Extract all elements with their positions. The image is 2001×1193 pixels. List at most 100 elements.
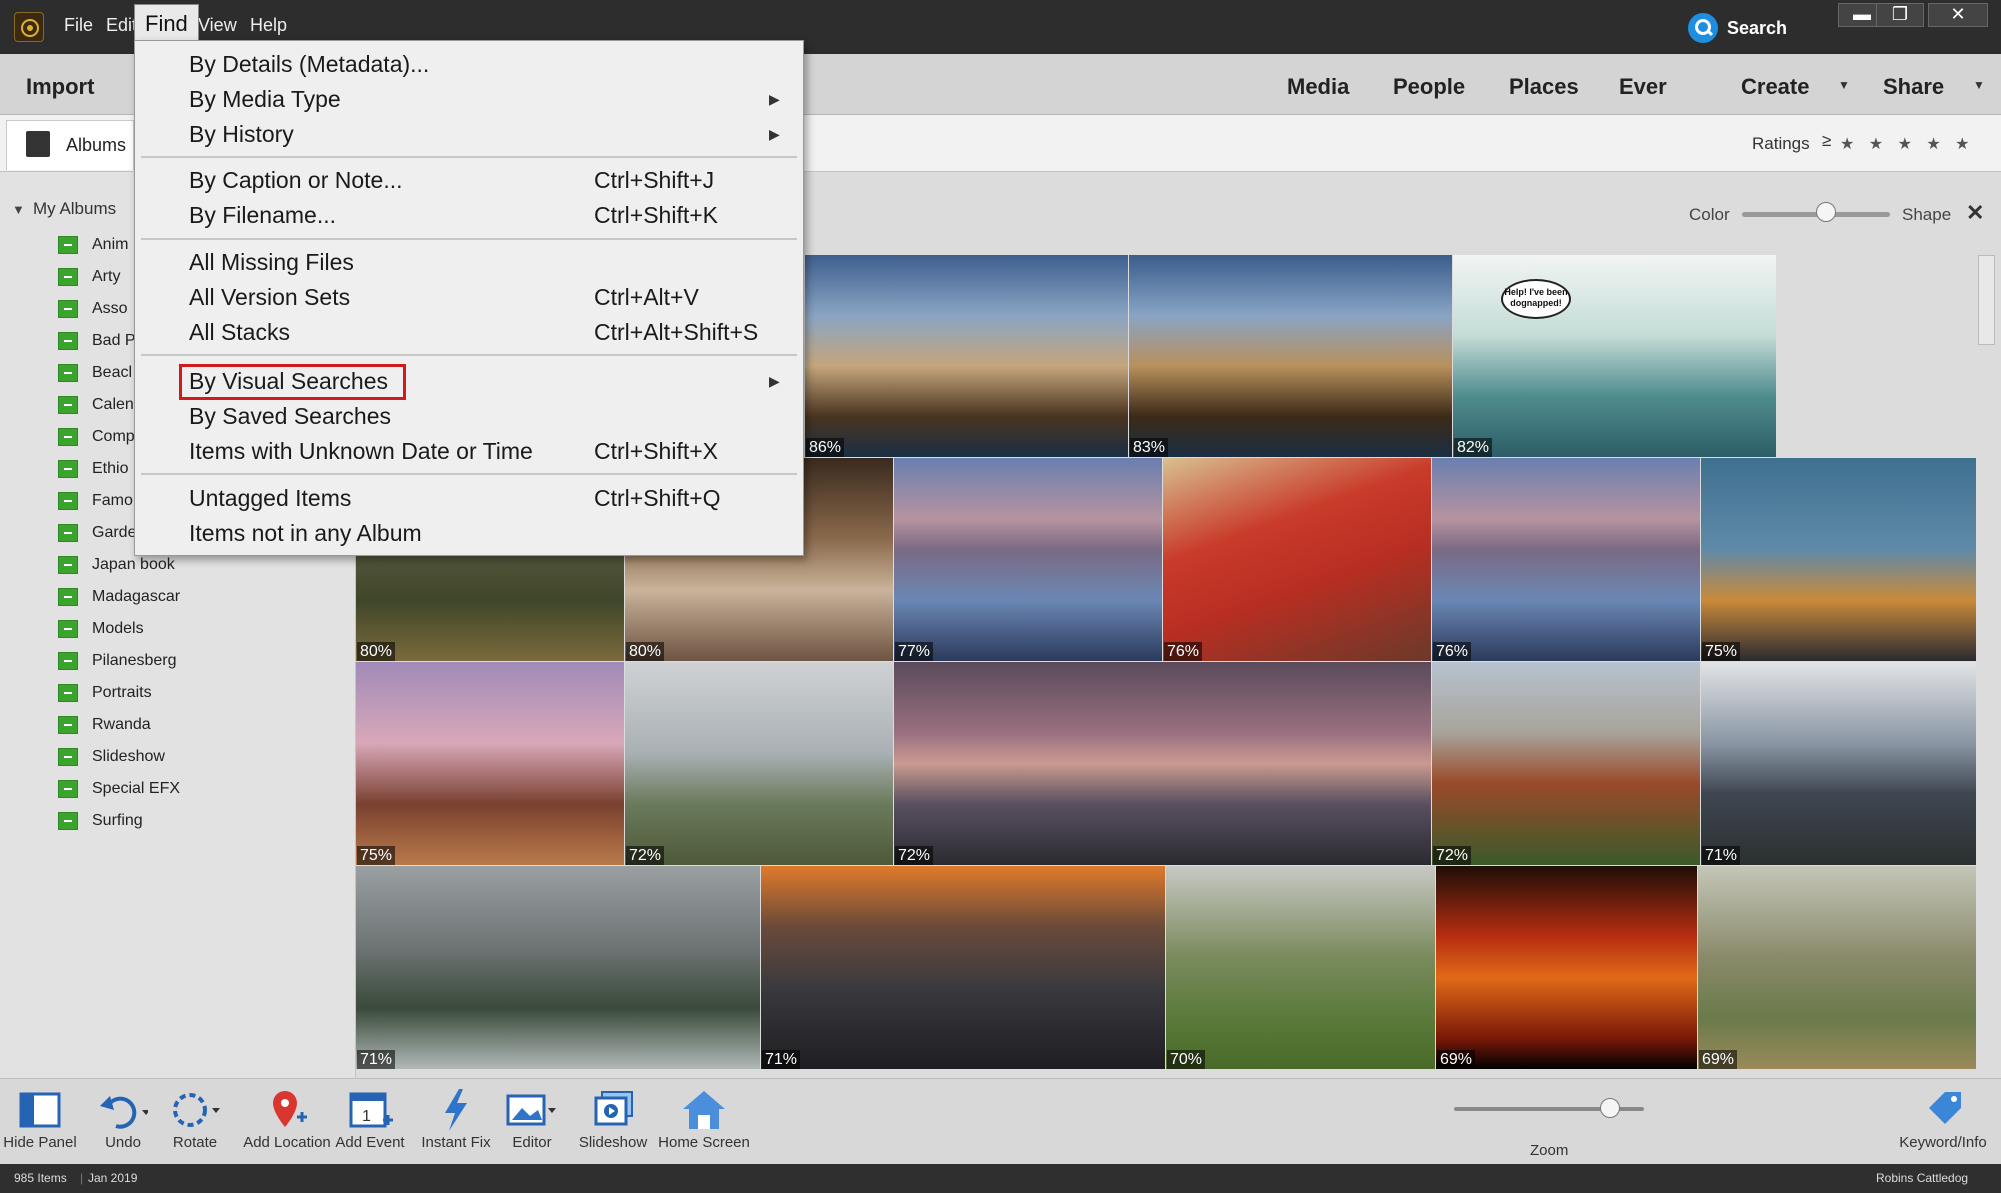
scrollbar[interactable] bbox=[1978, 255, 1995, 345]
album-item[interactable]: Arty bbox=[58, 264, 120, 290]
editor-label: Editor bbox=[512, 1134, 552, 1151]
tab-media[interactable]: Media bbox=[1287, 74, 1349, 100]
similarity-percent: 82% bbox=[1454, 438, 1493, 457]
menu-separator bbox=[141, 473, 797, 475]
album-item[interactable]: Comp bbox=[58, 424, 135, 450]
zoom-handle[interactable] bbox=[1599, 1098, 1620, 1118]
photo-thumbnail[interactable]: 69% bbox=[1698, 866, 1976, 1069]
album-item[interactable]: Anim bbox=[58, 232, 128, 258]
album-item[interactable]: Portraits bbox=[58, 680, 152, 706]
slideshow-button[interactable]: Slideshow bbox=[576, 1086, 650, 1158]
album-item[interactable]: Bad P bbox=[58, 328, 136, 354]
album-item[interactable]: Special EFX bbox=[58, 776, 180, 802]
find-version-sets[interactable]: All Version Sets bbox=[189, 280, 350, 314]
photo-thumbnail[interactable]: 76% bbox=[1163, 458, 1431, 661]
find-saved-searches[interactable]: By Saved Searches bbox=[189, 399, 391, 433]
album-item[interactable]: Pilanesberg bbox=[58, 648, 177, 674]
album-icon bbox=[58, 812, 78, 830]
photo-thumbnail[interactable]: 72% bbox=[625, 662, 893, 865]
shape-label: Shape bbox=[1902, 205, 1952, 224]
photo-thumbnail[interactable]: 71% bbox=[761, 866, 1165, 1069]
calendar-icon: 1 bbox=[334, 1086, 406, 1134]
svg-text:1: 1 bbox=[362, 1108, 371, 1125]
add-location-label: Add Location bbox=[243, 1134, 331, 1151]
menu-find[interactable]: Find bbox=[134, 4, 199, 44]
share-dropdown-icon[interactable]: ▼ bbox=[1973, 78, 1985, 92]
find-by-history[interactable]: By History bbox=[189, 117, 294, 151]
album-item[interactable]: Slideshow bbox=[58, 744, 165, 770]
photo-thumbnail[interactable]: 86% bbox=[805, 255, 1128, 457]
add-event-button[interactable]: 1 Add Event bbox=[334, 1086, 406, 1158]
album-item[interactable]: Beacl bbox=[58, 360, 132, 386]
cartoon-speech-bubble: Help! I've been dognapped! bbox=[1501, 279, 1571, 319]
my-albums-heading[interactable]: My Albums bbox=[33, 199, 116, 219]
rotate-button[interactable]: Rotate bbox=[160, 1086, 230, 1158]
similarity-percent: 72% bbox=[1433, 846, 1472, 865]
photo-thumbnail[interactable]: 69% bbox=[1436, 866, 1697, 1069]
album-item[interactable]: Madagascar bbox=[58, 584, 180, 610]
find-stacks[interactable]: All Stacks bbox=[189, 315, 290, 349]
search-button[interactable]: Search bbox=[1688, 13, 1787, 43]
hide-panel-button[interactable]: Hide Panel bbox=[2, 1086, 78, 1158]
find-unknown-date[interactable]: Items with Unknown Date or Time bbox=[189, 434, 533, 468]
menu-help[interactable]: Help bbox=[250, 12, 287, 38]
album-item[interactable]: Rwanda bbox=[58, 712, 151, 738]
undo-button[interactable]: Undo bbox=[88, 1086, 158, 1158]
album-item[interactable]: Models bbox=[58, 616, 144, 642]
find-by-filename[interactable]: By Filename... bbox=[189, 198, 336, 232]
find-by-media-type[interactable]: By Media Type bbox=[189, 82, 341, 116]
import-button[interactable]: Import bbox=[26, 74, 94, 100]
photo-thumbnail[interactable]: 71% bbox=[1701, 662, 1976, 865]
find-not-in-album[interactable]: Items not in any Album bbox=[189, 516, 422, 550]
find-untagged[interactable]: Untagged Items bbox=[189, 481, 351, 515]
create-button[interactable]: Create bbox=[1741, 74, 1809, 100]
photo-thumbnail[interactable]: 72% bbox=[1432, 662, 1700, 865]
rating-stars[interactable]: ★ ★ ★ ★ ★ bbox=[1840, 134, 1975, 154]
create-dropdown-icon[interactable]: ▼ bbox=[1838, 78, 1850, 92]
photo-thumbnail[interactable]: 70% bbox=[1166, 866, 1435, 1069]
status-bar: 985 Items | Jan 2019 Robins Cattledog bbox=[0, 1164, 2001, 1193]
close-filter-button[interactable]: ✕ bbox=[1966, 200, 1984, 226]
album-icon bbox=[58, 524, 78, 542]
instant-fix-button[interactable]: Instant Fix bbox=[416, 1086, 496, 1158]
photo-thumbnail[interactable]: 76% bbox=[1432, 458, 1700, 661]
photo-thumbnail[interactable]: 77% bbox=[894, 458, 1162, 661]
album-item[interactable]: Asso bbox=[58, 296, 128, 322]
photo-thumbnail[interactable]: 75% bbox=[356, 662, 624, 865]
album-item[interactable]: Calen bbox=[58, 392, 134, 418]
similarity-percent: 72% bbox=[895, 846, 934, 865]
album-label: Beacl bbox=[92, 364, 133, 381]
home-screen-button[interactable]: Home Screen bbox=[656, 1086, 752, 1158]
rotate-label: Rotate bbox=[172, 1134, 218, 1151]
share-button[interactable]: Share bbox=[1883, 74, 1944, 100]
album-item[interactable]: Famo bbox=[58, 488, 133, 514]
home-icon bbox=[656, 1086, 752, 1134]
photo-thumbnail[interactable]: 71% bbox=[356, 866, 760, 1069]
find-by-caption[interactable]: By Caption or Note... bbox=[189, 163, 403, 197]
menu-view[interactable]: View bbox=[198, 12, 237, 38]
album-item[interactable]: Garde bbox=[58, 520, 136, 546]
photo-thumbnail[interactable]: 72% bbox=[894, 662, 1431, 865]
photo-thumbnail[interactable]: 83% bbox=[1129, 255, 1452, 457]
close-window-button[interactable]: ✕ bbox=[1928, 3, 1988, 27]
tab-places[interactable]: Places bbox=[1509, 74, 1579, 100]
tab-events[interactable]: Ever bbox=[1619, 74, 1667, 100]
add-location-button[interactable]: Add Location bbox=[242, 1086, 332, 1158]
find-by-details[interactable]: By Details (Metadata)... bbox=[189, 47, 429, 81]
ratings-operator[interactable]: ≥ bbox=[1822, 131, 1831, 151]
menu-edit[interactable]: Edit bbox=[106, 12, 137, 38]
album-item[interactable]: Surfing bbox=[58, 808, 143, 834]
menu-file[interactable]: File bbox=[64, 12, 93, 38]
editor-button[interactable]: Editor bbox=[500, 1086, 564, 1158]
collapse-arrow-icon[interactable]: ▼ bbox=[12, 202, 25, 217]
find-missing-files[interactable]: All Missing Files bbox=[189, 245, 354, 279]
similarity-percent: 80% bbox=[357, 642, 396, 661]
maximize-button[interactable]: ❐ bbox=[1876, 3, 1924, 27]
tag-icon bbox=[1892, 1086, 1994, 1134]
album-book-icon bbox=[26, 131, 50, 157]
keyword-info-button[interactable]: Keyword/Info bbox=[1892, 1086, 1994, 1158]
album-item[interactable]: Ethio bbox=[58, 456, 128, 482]
photo-thumbnail[interactable]: 82% Help! I've been dognapped! bbox=[1453, 255, 1776, 457]
photo-thumbnail[interactable]: 75% bbox=[1701, 458, 1976, 661]
tab-people[interactable]: People bbox=[1393, 74, 1465, 100]
